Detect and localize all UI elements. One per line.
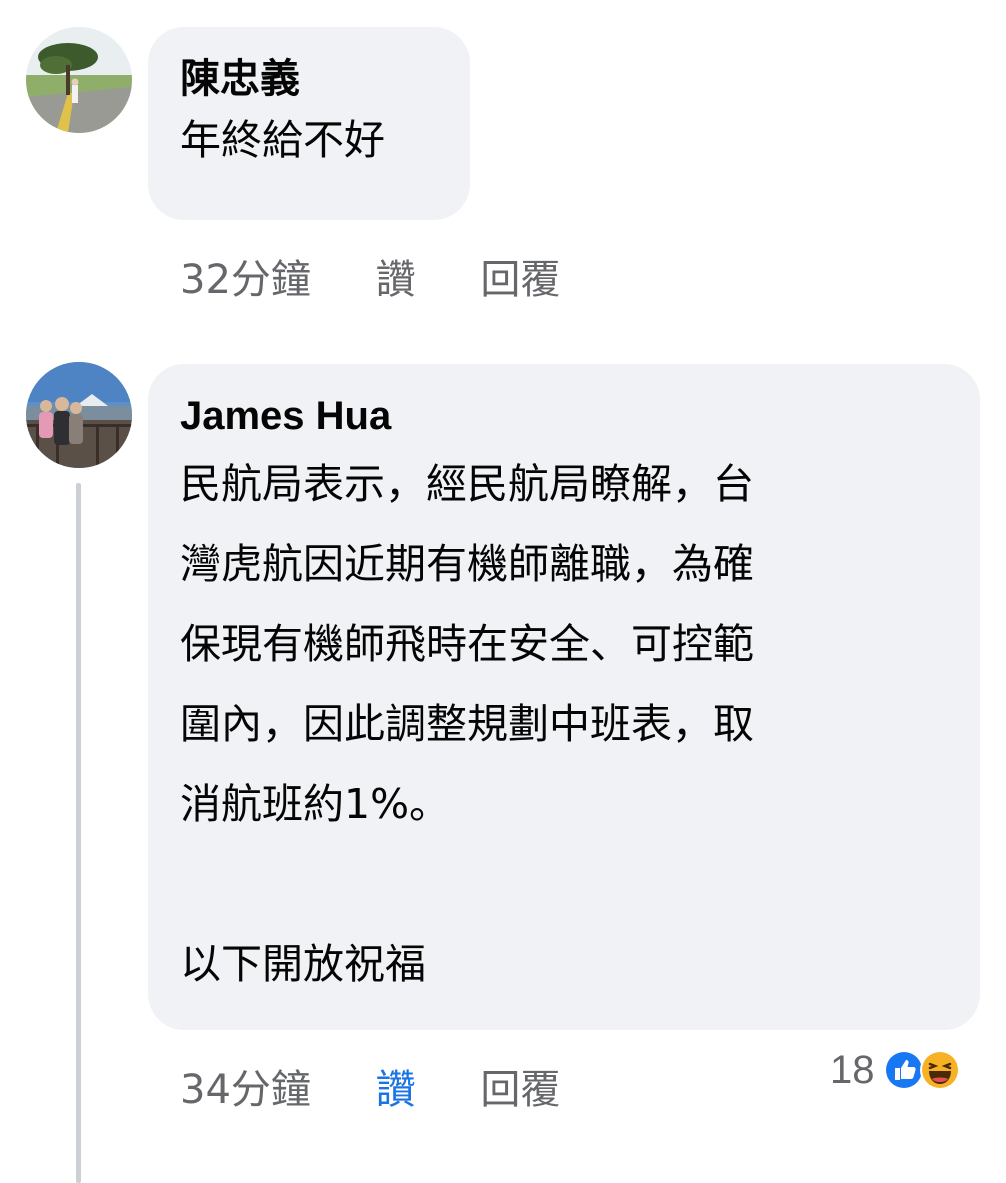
comment-bubble: James Hua 民航局表示，經民航局瞭解，台 灣虎航因近期有機師離職，為確 …	[148, 364, 980, 1030]
comment-text-line: 年終給不好	[180, 116, 385, 164]
like-button[interactable]: 讚	[376, 1065, 416, 1115]
reply-button[interactable]: 回覆	[480, 255, 560, 305]
comment-author[interactable]: James Hua	[180, 390, 948, 442]
comment-text-line: 灣虎航因近期有機師離職，為確	[180, 540, 754, 588]
reaction-summary[interactable]: 18	[830, 1045, 961, 1095]
reaction-count: 18	[830, 1047, 875, 1092]
comment-text-line: 保現有機師飛時在安全、可控範	[180, 620, 754, 668]
comment-timestamp[interactable]: 34分鐘	[180, 1065, 311, 1115]
comment-text: 民航局表示，經民航局瞭解，台 灣虎航因近期有機師離職，為確 保現有機師飛時在安全…	[180, 444, 920, 1004]
comment-text-blank-line	[180, 844, 920, 924]
comment-text-line: 圍內，因此調整規劃中班表，取	[180, 700, 754, 748]
like-button[interactable]: 讚	[376, 255, 416, 305]
comment-bubble: 陳忠義 年終給不好	[148, 27, 470, 220]
comment-author[interactable]: 陳忠義	[180, 53, 470, 105]
comment-actions: 32分鐘 讚 回覆	[180, 255, 560, 305]
comment-text-line: 以下開放祝福	[180, 940, 426, 988]
reaction-icons	[883, 1049, 961, 1091]
avatar[interactable]	[26, 362, 132, 468]
comment-text-line: 消航班約1%。	[180, 780, 451, 828]
comment-text-line: 民航局表示，經民航局瞭解，台	[180, 460, 754, 508]
comment-timestamp[interactable]: 32分鐘	[180, 255, 311, 305]
reply-thread-line	[76, 483, 81, 1183]
haha-reaction-icon	[919, 1050, 960, 1090]
comment-text: 年終給不好	[180, 111, 470, 169]
reply-button[interactable]: 回覆	[480, 1065, 560, 1115]
avatar-photo-road	[26, 27, 132, 133]
avatar[interactable]	[26, 27, 132, 133]
comment-actions: 34分鐘 讚 回覆	[180, 1065, 560, 1115]
avatar-photo-group	[26, 362, 132, 468]
